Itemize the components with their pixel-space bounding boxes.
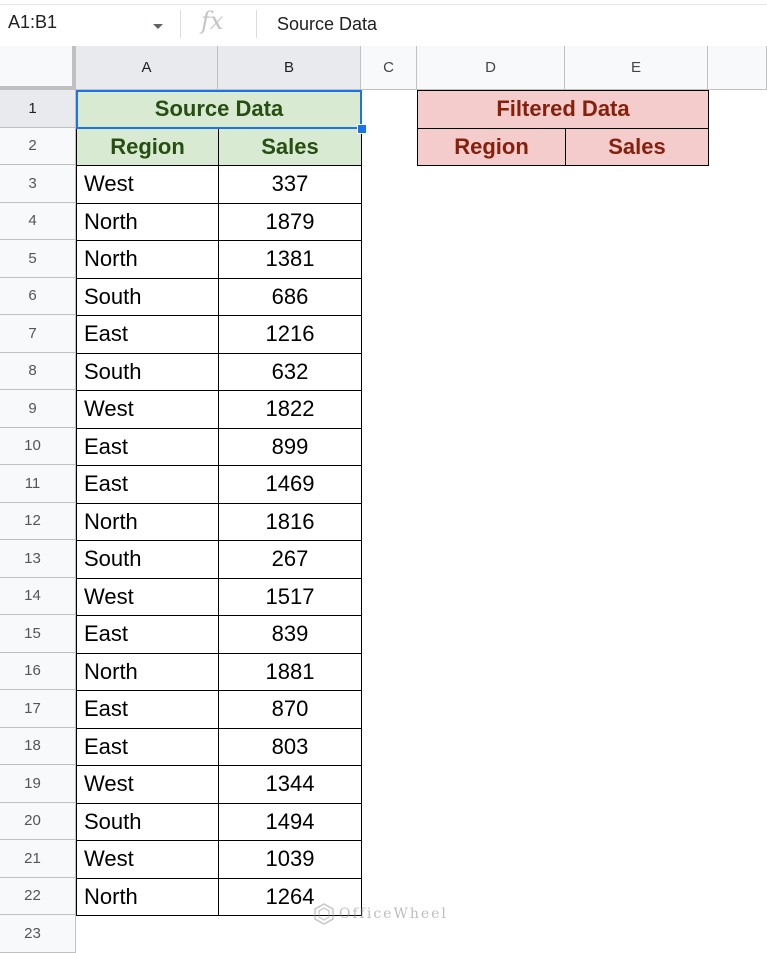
officewheel-logo-icon [314, 903, 334, 925]
filtered-table-title[interactable]: Filtered Data [417, 90, 709, 129]
fx-icon: fx [201, 7, 224, 35]
column-header-c[interactable]: C [361, 46, 417, 90]
region-cell[interactable]: South [76, 540, 219, 579]
row-header-15[interactable]: 15 [0, 615, 76, 653]
toolbar-divider [0, 4, 767, 5]
sales-cell[interactable]: 1879 [218, 202, 362, 241]
name-box[interactable]: A1:B1 [8, 12, 57, 33]
sales-cell[interactable]: 1881 [218, 652, 362, 691]
sales-cell[interactable]: 1344 [218, 765, 362, 804]
sales-cell[interactable]: 1216 [218, 315, 362, 354]
formula-input[interactable]: Source Data [277, 14, 377, 35]
row-header-1[interactable]: 1 [0, 90, 76, 128]
region-cell[interactable]: South [76, 352, 219, 391]
region-cell[interactable]: North [76, 877, 219, 916]
sales-cell[interactable]: 803 [218, 727, 362, 766]
region-cell[interactable]: East [76, 615, 219, 654]
region-cell[interactable]: East [76, 315, 219, 354]
row-header-18[interactable]: 18 [0, 727, 76, 765]
row-header-21[interactable]: 21 [0, 840, 76, 878]
region-cell[interactable]: South [76, 277, 219, 316]
sales-cell[interactable]: 1517 [218, 577, 362, 616]
sales-cell[interactable]: 1494 [218, 802, 362, 841]
sales-cell[interactable]: 1822 [218, 390, 362, 429]
region-cell[interactable]: North [76, 202, 219, 241]
source-table-title[interactable]: Source Data [76, 90, 362, 129]
region-cell[interactable]: North [76, 652, 219, 691]
filtered-header-sales[interactable]: Sales [565, 127, 709, 166]
row-header-19[interactable]: 19 [0, 765, 76, 803]
sales-cell[interactable]: 267 [218, 540, 362, 579]
filtered-header-region[interactable]: Region [417, 127, 566, 166]
row-header-2[interactable]: 2 [0, 127, 76, 165]
region-cell[interactable]: East [76, 465, 219, 504]
region-cell[interactable]: West [76, 577, 219, 616]
sales-cell[interactable]: 632 [218, 352, 362, 391]
row-header-8[interactable]: 8 [0, 352, 76, 390]
row-header-16[interactable]: 16 [0, 652, 76, 690]
chevron-down-icon[interactable] [153, 24, 163, 29]
sales-cell[interactable]: 1381 [218, 240, 362, 279]
region-cell[interactable]: North [76, 240, 219, 279]
row-header-22[interactable]: 22 [0, 877, 76, 915]
sales-cell[interactable]: 870 [218, 690, 362, 729]
row-header-10[interactable]: 10 [0, 427, 76, 465]
row-header-7[interactable]: 7 [0, 315, 76, 353]
sales-cell[interactable]: 1469 [218, 465, 362, 504]
sales-cell[interactable]: 337 [218, 165, 362, 204]
select-all-corner[interactable] [0, 46, 76, 90]
column-header-b[interactable]: B [218, 46, 361, 90]
row-header-12[interactable]: 12 [0, 502, 76, 540]
row-header-13[interactable]: 13 [0, 540, 76, 578]
divider [180, 10, 181, 38]
formula-bar: A1:B1 fx Source Data [0, 0, 767, 47]
sales-cell[interactable]: 1039 [218, 840, 362, 879]
row-header-6[interactable]: 6 [0, 277, 76, 315]
column-header-a[interactable]: A [76, 46, 218, 90]
row-header-4[interactable]: 4 [0, 202, 76, 240]
row-header-20[interactable]: 20 [0, 802, 76, 840]
source-header-sales[interactable]: Sales [218, 127, 362, 166]
row-header-11[interactable]: 11 [0, 465, 76, 503]
region-cell[interactable]: West [76, 390, 219, 429]
region-cell[interactable]: East [76, 690, 219, 729]
region-cell[interactable]: West [76, 840, 219, 879]
divider [256, 10, 257, 38]
region-cell[interactable]: West [76, 165, 219, 204]
row-header-9[interactable]: 9 [0, 390, 76, 428]
watermark-text: OfficeWheel [339, 906, 448, 922]
sales-cell[interactable]: 686 [218, 277, 362, 316]
sales-cell[interactable]: 899 [218, 427, 362, 466]
source-header-region[interactable]: Region [76, 127, 219, 166]
fill-handle[interactable] [357, 123, 367, 134]
row-header-5[interactable]: 5 [0, 240, 76, 278]
sales-cell[interactable]: 1816 [218, 502, 362, 541]
row-header-3[interactable]: 3 [0, 165, 76, 203]
column-header-e[interactable]: E [565, 46, 708, 90]
sales-cell[interactable]: 839 [218, 615, 362, 654]
region-cell[interactable]: East [76, 727, 219, 766]
column-header-f[interactable] [708, 46, 767, 90]
region-cell[interactable]: South [76, 802, 219, 841]
region-cell[interactable]: West [76, 765, 219, 804]
watermark: OfficeWheel [313, 903, 448, 925]
row-header-17[interactable]: 17 [0, 690, 76, 728]
row-header-23[interactable]: 23 [0, 915, 76, 953]
row-header-14[interactable]: 14 [0, 577, 76, 615]
region-cell[interactable]: East [76, 427, 219, 466]
column-header-d[interactable]: D [417, 46, 565, 90]
region-cell[interactable]: North [76, 502, 219, 541]
